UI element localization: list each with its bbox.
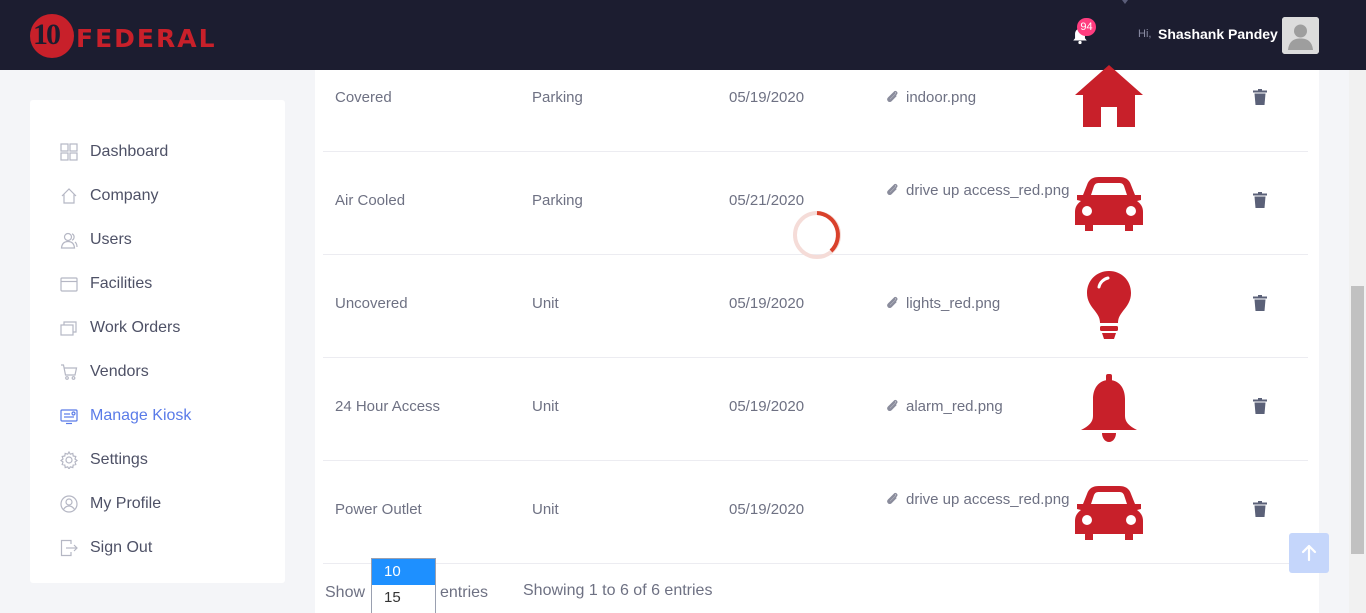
row-file-name: alarm_red.png [906,398,1003,415]
arrow-up-icon [1301,544,1317,562]
row-date: 05/19/2020 [729,295,805,312]
sidebar-item-label: Facilities [90,275,153,292]
facilities-icon [60,277,78,292]
trash-icon[interactable] [1253,89,1267,105]
row-date: 05/19/2020 [729,89,805,106]
entries-label: entries [440,584,489,601]
notification-badge: 94 [1077,18,1096,36]
work-orders-icon [60,321,77,336]
row-file[interactable]: lights_red.png [885,293,1070,315]
trash-icon[interactable] [1253,295,1267,311]
sidebar-item-company[interactable]: Company [60,184,158,208]
table-row: 24 Hour Access Unit 05/19/2020 alarm_red… [323,358,1308,461]
logo-word: FEDERAL [76,24,217,53]
profile-icon [60,495,78,513]
row-date: 05/21/2020 [729,192,805,209]
sign-out-icon [60,539,78,557]
paperclip-icon [887,399,898,412]
sidebar-item-label: Settings [90,451,148,468]
user-name[interactable]: Shashank Pandey [1158,26,1278,42]
sidebar-item-users[interactable]: Users [60,228,132,252]
kiosk-table-card: Covered Parking 05/19/2020 indoor.png Ai… [315,65,1319,613]
table-info: Showing 1 to 6 of 6 entries [523,582,713,599]
sidebar-item-sign-out[interactable]: Sign Out [60,536,152,560]
sidebar-item-label: Vendors [90,363,149,380]
sidebar-item-label: Users [90,231,132,248]
page-length-option[interactable]: 15 [372,585,435,611]
row-file-name: indoor.png [906,89,977,106]
row-file[interactable]: alarm_red.png [885,396,1070,418]
table-row: Uncovered Unit 05/19/2020 lights_red.png [323,255,1308,358]
sidebar-item-label: Manage Kiosk [90,407,192,424]
sidebar-item-settings[interactable]: Settings [60,448,148,472]
kiosk-icon [60,409,78,425]
row-name: Power Outlet [335,501,422,518]
sidebar-item-label: Sign Out [90,539,153,556]
sidebar-item-work-orders[interactable]: Work Orders [60,316,180,340]
sidebar-item-my-profile[interactable]: My Profile [60,492,161,516]
bell-alarm-icon [1081,374,1137,442]
logo-number: 10 [33,18,61,51]
greeting-text: Hi, [1138,28,1152,40]
trash-icon[interactable] [1253,192,1267,208]
caret-icon [1122,0,1128,4]
home-icon [61,188,77,204]
row-file-name: drive up access_red.png [906,491,1070,508]
row-name: Air Cooled [335,192,406,209]
sidebar-item-label: My Profile [90,495,162,512]
lightbulb-icon [1087,271,1131,339]
sidebar: Dashboard Company Users Facilities Work … [30,100,285,583]
brand-logo[interactable]: 10 FEDERAL [30,14,235,58]
sidebar-item-vendors[interactable]: Vendors [60,360,149,384]
row-date: 05/19/2020 [729,398,805,415]
row-type: Unit [532,501,559,518]
page-length-option[interactable]: 10 [372,559,435,585]
paperclip-icon [887,90,898,103]
row-type: Unit [532,398,559,415]
paperclip-icon [887,296,898,309]
gear-icon [60,451,78,469]
trash-icon[interactable] [1253,398,1267,414]
car-icon [1075,177,1143,231]
row-type: Parking [532,192,583,209]
row-name: Covered [335,89,392,106]
sidebar-item-label: Dashboard [90,143,169,160]
sidebar-item-label: Company [90,187,159,204]
loading-spinner-icon [793,211,841,259]
dashboard-icon [60,143,78,161]
row-type: Unit [532,295,559,312]
row-file[interactable]: indoor.png [885,87,1070,109]
sidebar-item-facilities[interactable]: Facilities [60,272,152,296]
trash-icon[interactable] [1253,501,1267,517]
show-label: Show [325,584,366,601]
scroll-top-button[interactable] [1289,533,1329,573]
cart-icon [61,364,78,380]
house-icon [1075,65,1143,127]
row-file-name: drive up access_red.png [906,182,1070,199]
row-name: Uncovered [335,295,408,312]
sidebar-item-manage-kiosk[interactable]: Manage Kiosk [60,404,191,428]
row-file[interactable]: drive up access_red.png [885,489,1070,511]
table-row: Covered Parking 05/19/2020 indoor.png [323,49,1308,152]
paperclip-icon [887,183,898,196]
row-file-name: lights_red.png [906,295,1001,312]
row-date: 05/19/2020 [729,501,805,518]
paperclip-icon [887,492,898,505]
car-icon [1075,486,1143,540]
scrollbar-thumb[interactable] [1351,286,1364,554]
sidebar-item-label: Work Orders [90,319,181,336]
users-icon [60,232,78,249]
row-name: 24 Hour Access [335,398,441,415]
page-length-select[interactable]: 10 15 [371,558,436,613]
row-type: Parking [532,89,583,106]
page-scrollbar[interactable] [1349,70,1366,613]
table-row: Power Outlet Unit 05/19/2020 drive up ac… [323,461,1308,564]
sidebar-item-dashboard[interactable]: Dashboard [60,140,168,164]
row-file[interactable]: drive up access_red.png [885,180,1070,202]
